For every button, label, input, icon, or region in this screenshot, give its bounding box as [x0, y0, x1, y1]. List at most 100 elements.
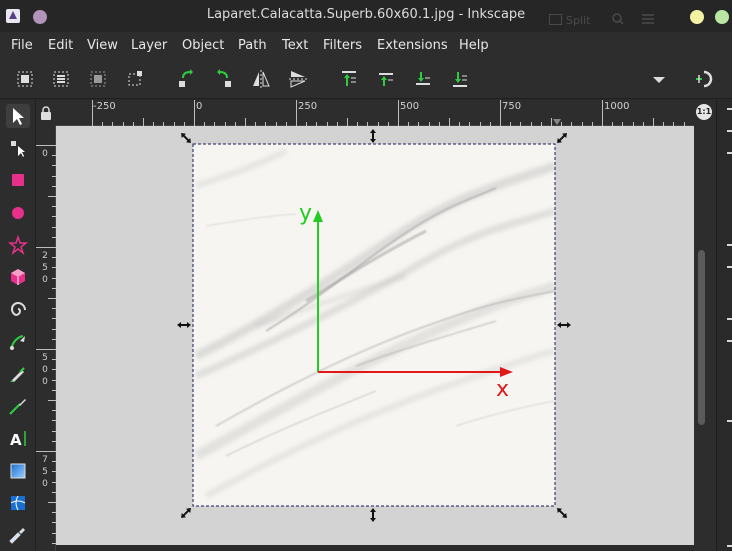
scale-handle-top[interactable] [370, 129, 376, 143]
pencil-tool-icon[interactable] [6, 362, 30, 386]
ruler-label: 5 [42, 467, 48, 477]
horizontal-ruler[interactable]: -250 0 250 500 750 1000 [56, 100, 694, 126]
scale-handle-top-left[interactable] [179, 131, 193, 145]
ruler-label: 0 [42, 275, 48, 285]
flip-horizontal-icon[interactable] [250, 68, 272, 90]
menu-object[interactable]: Object [182, 38, 224, 53]
ruler-marker-icon [553, 119, 561, 125]
vertical-ruler[interactable]: 0 2 5 0 5 0 0 7 5 0 [36, 126, 56, 551]
menu-extensions[interactable]: Extensions [377, 38, 448, 53]
mesh-tool-icon[interactable] [6, 491, 30, 515]
ruler-label: 1000 [604, 101, 630, 112]
canvas-drawing[interactable]: y x [56, 126, 694, 545]
commands-bar-icon[interactable] [727, 420, 732, 422]
canvas[interactable]: y x [56, 126, 694, 545]
commands-bar [716, 100, 732, 551]
ruler-label: 7 [42, 455, 48, 465]
snap-toggle-icon[interactable] [692, 68, 714, 90]
lower-icon[interactable] [412, 68, 434, 90]
scale-handle-bottom[interactable] [370, 508, 376, 522]
x-axis-label: x [496, 377, 509, 402]
3d-box-tool-icon[interactable] [6, 265, 30, 289]
ruler-tick [551, 118, 552, 126]
ruler-tick [48, 502, 56, 503]
commands-bar-icon[interactable] [727, 130, 732, 132]
selector-tool-icon[interactable] [6, 104, 30, 128]
dropper-tool-icon[interactable] [6, 523, 30, 547]
commands-bar-icon[interactable] [727, 244, 732, 246]
selection-bounds-icon[interactable] [124, 68, 146, 90]
horizontal-scrollbar[interactable] [56, 545, 694, 551]
menu-view[interactable]: View [87, 38, 118, 53]
spiral-tool-icon[interactable] [6, 297, 30, 321]
menu-filters[interactable]: Filters [323, 38, 362, 53]
select-all-layers-icon[interactable] [50, 68, 72, 90]
menu-edit[interactable]: Edit [48, 38, 73, 53]
rectangle-tool-icon[interactable] [6, 168, 30, 192]
commands-bar-icon[interactable] [727, 152, 732, 154]
y-axis-label: y [299, 201, 312, 226]
split-label: Split [566, 14, 591, 27]
hamburger-menu-icon[interactable] [642, 13, 654, 25]
vertical-scrollbar-thumb[interactable] [698, 250, 705, 425]
search-icon[interactable] [612, 13, 624, 25]
raise-icon[interactable] [375, 68, 397, 90]
rotate-ccw-icon[interactable] [175, 68, 197, 90]
maximize-button[interactable] [715, 10, 729, 24]
flip-vertical-icon[interactable] [287, 68, 309, 90]
ruler-tick [296, 100, 297, 126]
tool-controls-bar [0, 59, 732, 99]
menu-layer[interactable]: Layer [131, 38, 167, 53]
select-all-icon[interactable] [14, 68, 36, 90]
scale-handle-top-right[interactable] [555, 131, 569, 145]
text-tool-icon[interactable]: A [6, 426, 30, 450]
commands-bar-icon[interactable] [727, 318, 732, 320]
ruler-label: 250 [298, 101, 318, 112]
menu-text[interactable]: Text [282, 38, 308, 53]
ruler-tick [48, 298, 56, 299]
ruler-tick [36, 145, 56, 146]
ruler-label: 5 [42, 353, 48, 363]
lower-to-bottom-icon[interactable] [449, 68, 471, 90]
rotate-cw-icon[interactable] [213, 68, 235, 90]
scale-handle-right[interactable] [557, 322, 571, 328]
gradient-tool-icon[interactable] [6, 459, 30, 483]
ruler-tick [398, 100, 399, 126]
dropdown-arrow-icon[interactable] [648, 68, 670, 90]
ruler-label: 0 [42, 149, 48, 159]
ruler-tick [449, 118, 450, 126]
ruler-tick [36, 349, 56, 350]
title-bar: Laparet.Calacatta.Superb.60x60.1.jpg - I… [0, 0, 732, 32]
scale-handle-left[interactable] [177, 322, 191, 328]
menu-path[interactable]: Path [238, 38, 267, 53]
split-button[interactable]: Split [549, 14, 590, 27]
ruler-label: 5 [42, 263, 48, 273]
minimize-button[interactable] [690, 10, 704, 24]
marble-image[interactable] [193, 144, 555, 506]
ruler-label: 0 [42, 377, 48, 387]
deselect-icon[interactable] [87, 68, 109, 90]
raise-to-top-icon[interactable] [338, 68, 360, 90]
commands-bar-icon[interactable] [727, 545, 732, 547]
ruler-tick [48, 400, 56, 401]
menu-help[interactable]: Help [459, 38, 489, 53]
ruler-label: 0 [42, 479, 48, 489]
commands-bar-icon[interactable] [727, 266, 732, 268]
ruler-label: 0 [42, 365, 48, 375]
menu-bar: File Edit View Layer Object Path Text Fi… [0, 32, 732, 59]
node-tool-icon[interactable] [6, 136, 30, 160]
calligraphy-tool-icon[interactable] [6, 394, 30, 418]
scale-handle-bottom-right[interactable] [555, 506, 569, 520]
pen-tool-icon[interactable] [6, 330, 30, 354]
ruler-label: -250 [93, 101, 116, 112]
menu-file[interactable]: File [11, 38, 33, 53]
scale-handle-bottom-left[interactable] [179, 506, 193, 520]
ruler-label: 750 [502, 101, 522, 112]
star-tool-icon[interactable] [6, 233, 30, 257]
lock-guides-icon[interactable] [40, 106, 52, 120]
zoom-indicator-icon[interactable]: 1:1 [696, 104, 712, 120]
commands-bar-icon[interactable] [727, 108, 732, 110]
commands-bar-icon[interactable] [727, 340, 732, 342]
ruler-tick [36, 247, 56, 248]
ellipse-tool-icon[interactable] [6, 201, 30, 225]
